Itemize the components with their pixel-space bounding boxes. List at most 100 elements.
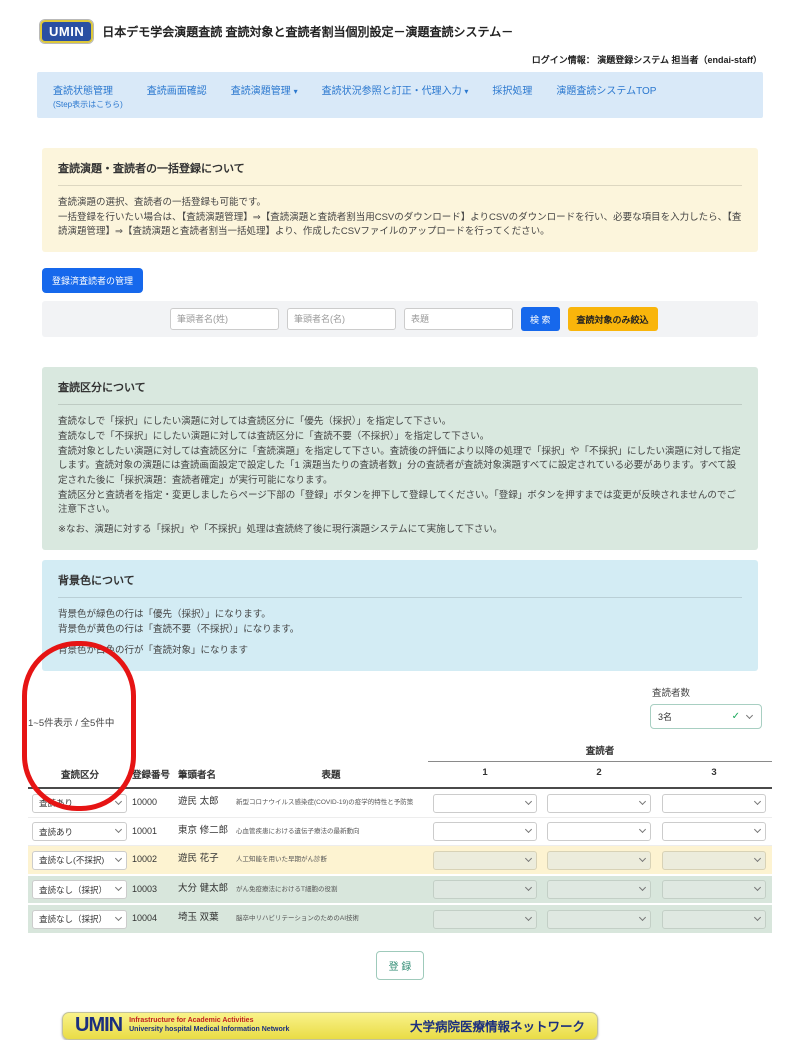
nav-item-review-status-reference[interactable]: 査読状況参照と訂正・代理入力 ▾ [322, 82, 469, 97]
table-row: 査読あり 10001 東京 修二郎 心血管疾患における遺伝子療法の最新動向 [28, 818, 772, 847]
divider [58, 597, 742, 598]
table-header-row: 査読区分 登録番号 筆頭者名 表題 1 2 3 [28, 762, 772, 789]
category-box-note: ※なお、演題に対する「採択」や「不採択」処理は査読終了後に現行演題システムにて実… [58, 523, 742, 538]
reviewer-count-label: 査読者数 [652, 685, 690, 699]
col-header-reviewer-2: 2 [542, 767, 656, 781]
col-header-reviewer-1: 1 [428, 767, 542, 781]
reviewer-group-header: 査読者 [428, 743, 772, 762]
footer-line1: Infrastructure for Academic Activities [129, 1017, 289, 1026]
category-box-line2: 査読なしで「不採択」にしたい演題に対しては査読区分に「査読不要（不採択）」を指定… [58, 430, 742, 445]
category-box-warning: 査読区分と査読者を指定・変更しましたらページ下部の「登録」ボタンを押下して登録し… [58, 489, 742, 518]
table-row: 査読なし（採択） 10003 大分 健太郎 がん免疫療法におけるT細胞の役割 [28, 876, 772, 906]
reviewer-1-select-wrap [433, 822, 537, 842]
reviewer-2-select[interactable] [547, 794, 651, 813]
reviewer-3-select[interactable] [662, 794, 766, 813]
nav-item-review-status[interactable]: 査読状態管理 (Step表示はこちら) [53, 82, 123, 110]
caret-down-icon: ▾ [294, 87, 298, 96]
reviewer-1-select[interactable] [433, 910, 537, 929]
reviewer-3-select[interactable] [662, 822, 766, 841]
page-title: 日本デモ学会演題査読 査読対象と査読者割当個別設定－演題査読システム－ [102, 23, 513, 40]
registration-number: 10000 [132, 792, 178, 807]
registration-number: 10003 [132, 879, 178, 894]
reviewer-2-select-wrap [547, 793, 651, 813]
reviewer-3-select-wrap [662, 850, 766, 870]
nav-item-review-screen-check[interactable]: 査読画面確認 [147, 82, 207, 97]
author-name: 遊民 太郎 [178, 792, 234, 809]
reviewer-2-select[interactable] [547, 880, 651, 899]
review-category-select[interactable]: 査読なし(不採択) [32, 851, 127, 870]
reviewer-1-select[interactable] [433, 822, 537, 841]
topic-title: 心血管疾患における遺伝子療法の最新動向 [234, 821, 428, 836]
search-bar: 検 索 査読対象のみ絞込 [42, 301, 758, 337]
topic-title: がん免疫療法におけるT細胞の役割 [234, 879, 428, 894]
author-last-name-input[interactable] [170, 308, 279, 330]
umin-logo: UMIN [40, 20, 93, 43]
reviewer-3-select-wrap [662, 793, 766, 813]
reviewer-2-select[interactable] [547, 822, 651, 841]
reviewer-1-select-wrap [433, 793, 537, 813]
category-select-wrap: 査読なし(不採択) [32, 850, 127, 870]
bulk-box-line2: 一括登録を行いたい場合は、【査読演題管理】⇒【査読演題と査読者割当用CSVのダウ… [58, 211, 742, 240]
nav-item-adoption-processing[interactable]: 採択処理 [492, 82, 532, 97]
register-button[interactable]: 登 録 [376, 951, 425, 980]
author-name: 東京 修二郎 [178, 821, 234, 838]
nav-item-review-topic-management[interactable]: 査読演題管理 ▾ [231, 82, 298, 97]
reviewer-3-select[interactable] [662, 880, 766, 899]
author-name: 大分 健太郎 [178, 879, 234, 896]
background-color-info-box: 背景色について 背景色が緑色の行は「優先（採択）」になります。 背景色が黄色の行… [42, 560, 758, 671]
registration-number: 10004 [132, 908, 178, 923]
search-button[interactable]: 検 索 [521, 307, 560, 331]
review-category-select[interactable]: 査読あり [32, 822, 127, 841]
footer-banner: UMIN Infrastructure for Academic Activit… [62, 1012, 598, 1040]
author-name: 遊民 花子 [178, 849, 234, 866]
nav-item-system-top[interactable]: 演題査読システムTOP [556, 82, 656, 97]
reviewer-3-select-wrap [662, 909, 766, 929]
category-box-line1: 査読なしで「採択」にしたい演題に対しては査読区分に「優先（採択）」を指定して下さ… [58, 415, 742, 430]
reviewer-2-select-wrap [547, 909, 651, 929]
reviewer-1-select-wrap [433, 880, 537, 900]
col-header-category: 査読区分 [28, 767, 132, 781]
login-info: ログイン情報： 演題登録システム 担当者（endai-staff） [0, 53, 762, 66]
manage-registered-reviewers-button[interactable]: 登録済査読者の管理 [42, 268, 143, 293]
result-count-text: 1~5件表示 / 全5件中 [28, 715, 800, 729]
category-select-wrap: 査読なし（採択） [32, 880, 127, 900]
col-header-author: 筆頭者名 [178, 767, 234, 781]
author-name: 埼玉 双葉 [178, 908, 234, 925]
review-category-select[interactable]: 査読あり [32, 794, 127, 813]
reviewer-1-select-wrap [433, 909, 537, 929]
review-category-select[interactable]: 査読なし（採択） [32, 880, 127, 899]
nav-link-review-status[interactable]: 査読状態管理 [53, 82, 123, 97]
topics-table: 査読者 査読区分 登録番号 筆頭者名 表題 1 2 3 査読あり 10000 遊… [28, 743, 772, 935]
title-search-input[interactable] [404, 308, 513, 330]
nav-sub-step-display[interactable]: (Step表示はこちら) [53, 99, 123, 110]
umin-footer-logo: UMIN [75, 1014, 122, 1037]
reviewer-3-select[interactable] [662, 851, 766, 870]
bgcolor-box-line2: 背景色が黄色の行は「査読不要（不採択）」になります。 [58, 623, 742, 638]
divider [58, 185, 742, 186]
category-box-title: 査読区分について [58, 379, 742, 395]
table-group-header: 査読者 [28, 743, 772, 762]
caret-down-icon: ▾ [464, 87, 468, 96]
reviewer-1-select[interactable] [433, 794, 537, 813]
footer-line2: University hospital Medical Information … [129, 1026, 289, 1035]
reviewer-3-select-wrap [662, 880, 766, 900]
category-select-wrap: 査読あり [32, 793, 127, 813]
reviewer-3-select[interactable] [662, 910, 766, 929]
col-header-title: 表題 [234, 767, 428, 781]
reviewer-3-select-wrap [662, 822, 766, 842]
topic-title: 新型コロナウイルス感染症(COVID-19)の疫学的特性と予防策 [234, 792, 428, 807]
reviewer-1-select[interactable] [433, 851, 537, 870]
filter-review-targets-button[interactable]: 査読対象のみ絞込 [568, 307, 658, 331]
reviewer-2-select-wrap [547, 850, 651, 870]
reviewer-2-select[interactable] [547, 910, 651, 929]
page: UMIN 日本デモ学会演題査読 査読対象と査読者割当個別設定－演題査読システム－… [0, 0, 800, 903]
table-row: 査読なし（採択） 10004 埼玉 双葉 脳卒中リハビリテーションのためのAI技… [28, 905, 772, 935]
registration-number: 10001 [132, 821, 178, 836]
reviewer-2-select[interactable] [547, 851, 651, 870]
bulk-box-line1: 査読演題の選択、査読者の一括登録も可能です。 [58, 196, 742, 211]
header: UMIN 日本デモ学会演題査読 査読対象と査読者割当個別設定－演題査読システム－ [40, 20, 800, 43]
review-category-select[interactable]: 査読なし（採択） [32, 910, 127, 929]
author-first-name-input[interactable] [287, 308, 396, 330]
reviewer-1-select[interactable] [433, 880, 537, 899]
reviewer-1-select-wrap [433, 850, 537, 870]
